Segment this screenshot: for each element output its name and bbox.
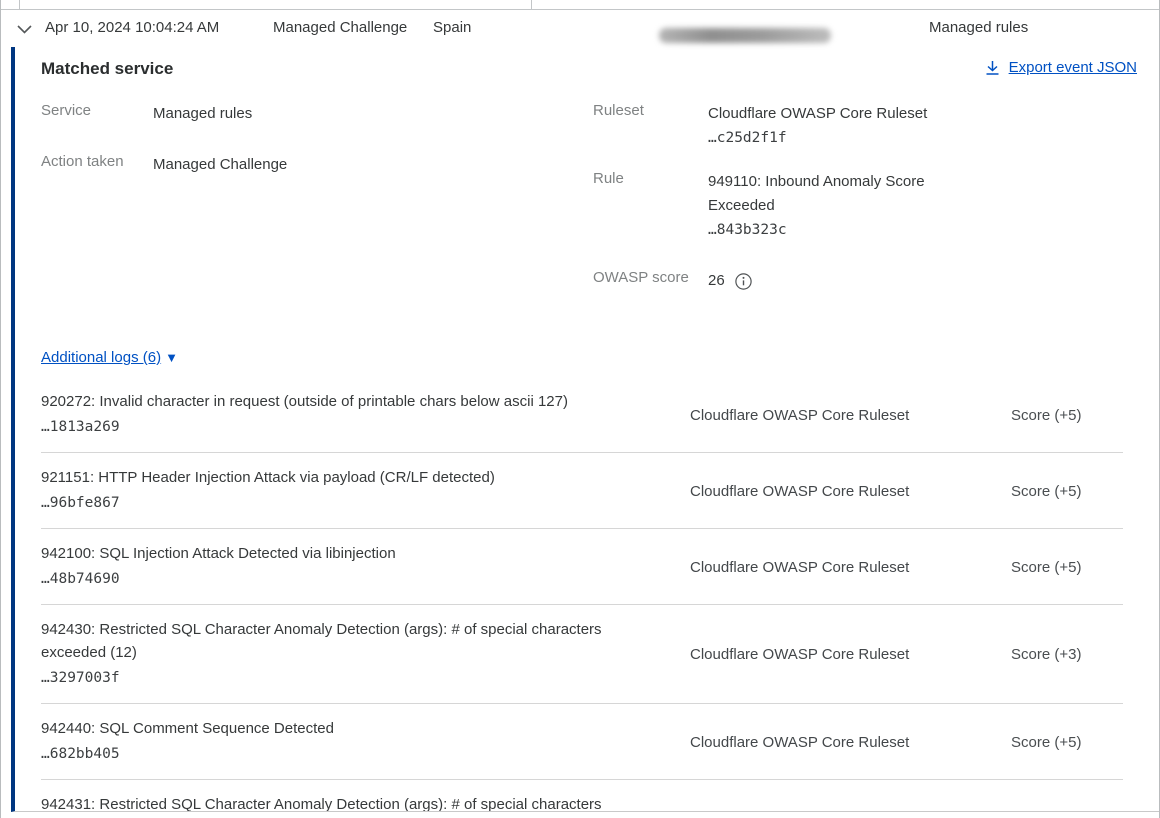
export-event-json-link[interactable]: Export event JSON [985,59,1137,76]
log-description: 942430: Restricted SQL Character Anomaly… [41,618,690,664]
owasp-score-field: OWASP score 26 [593,269,953,293]
log-ruleset: Cloudflare OWASP Core Ruleset [690,407,1011,424]
log-description: 942440: SQL Comment Sequence Detected [41,717,690,740]
event-country: Spain [433,19,471,36]
log-description: 942431: Restricted SQL Character Anomaly… [41,793,690,812]
field-value: 949110: Inbound Anomaly Score Exceeded …… [708,170,953,243]
redacted-field [659,28,831,43]
log-rule: 942100: SQL Injection Attack Detected vi… [41,542,690,592]
log-score: Score (+5) [1011,483,1123,500]
panel-header: Matched service Export event JSON [15,57,1159,79]
log-rule: 942431: Restricted SQL Character Anomaly… [41,793,690,812]
event-service: Managed rules [929,19,1028,36]
log-description: 920272: Invalid character in request (ou… [41,390,690,413]
caret-down-icon: ▼ [165,350,178,365]
chevron-down-icon[interactable] [13,19,35,39]
download-icon [985,60,1000,76]
event-action: Managed Challenge [273,19,407,36]
log-rule: 921151: HTTP Header Injection Attack via… [41,466,690,516]
log-row: 942440: SQL Comment Sequence Detected …6… [41,704,1123,780]
ruleset-field: Ruleset Cloudflare OWASP Core Ruleset …c… [593,102,953,151]
previous-row-edge [1,0,1159,10]
column-divider [531,0,532,10]
info-icon[interactable] [735,273,752,290]
log-score: Score (+5) [1011,734,1123,751]
rule-name: 949110: Inbound Anomaly Score Exceeded [708,173,925,214]
matched-service-panel: Matched service Export event JSON Servic… [11,47,1159,812]
details-section: Service Managed rules Action taken Manag… [15,102,1159,312]
action-taken-field: Action taken Managed Challenge [41,153,593,177]
details-right-column: Ruleset Cloudflare OWASP Core Ruleset …c… [593,102,953,312]
log-rule: 920272: Invalid character in request (ou… [41,390,690,440]
field-value: 26 [708,269,953,293]
log-row: 921151: HTTP Header Injection Attack via… [41,453,1123,529]
event-timestamp: Apr 10, 2024 10:04:24 AM [45,19,219,36]
service-field: Service Managed rules [41,102,593,126]
rule-field: Rule 949110: Inbound Anomaly Score Excee… [593,170,953,243]
log-hash: …3297003f [41,666,690,691]
event-summary-row[interactable]: Apr 10, 2024 10:04:24 AM Managed Challen… [1,10,1159,47]
log-row: 942430: Restricted SQL Character Anomaly… [41,605,1123,704]
log-rule: 942430: Restricted SQL Character Anomaly… [41,618,690,691]
log-row: 920272: Invalid character in request (ou… [41,377,1123,453]
owasp-score-value: 26 [708,269,725,293]
log-score: Score (+5) [1011,407,1123,424]
additional-logs-label: Additional logs (6) [41,349,161,366]
log-rule: 942440: SQL Comment Sequence Detected …6… [41,717,690,767]
log-ruleset: Cloudflare OWASP Core Ruleset [690,734,1011,751]
log-score: Score (+3) [1011,646,1123,663]
log-row: 942431: Restricted SQL Character Anomaly… [41,780,1123,812]
log-ruleset: Cloudflare OWASP Core Ruleset [690,559,1011,576]
details-left-column: Service Managed rules Action taken Manag… [41,102,593,312]
log-row: 942100: SQL Injection Attack Detected vi… [41,529,1123,605]
log-hash: …682bb405 [41,742,690,767]
log-description: 942100: SQL Injection Attack Detected vi… [41,542,690,565]
additional-logs-toggle[interactable]: Additional logs (6) ▼ [41,349,178,366]
field-label: Action taken [41,153,153,177]
log-hash: …1813a269 [41,415,690,440]
export-link-label: Export event JSON [1009,59,1137,76]
rule-hash: …843b323c [708,218,953,243]
field-label: Service [41,102,153,126]
log-ruleset: Cloudflare OWASP Core Ruleset [690,646,1011,663]
page-title: Matched service [41,59,173,79]
field-value: Managed rules [153,102,252,126]
ruleset-hash: …c25d2f1f [708,126,953,151]
log-description: 921151: HTTP Header Injection Attack via… [41,466,690,489]
field-label: Ruleset [593,102,708,151]
event-details-page: Apr 10, 2024 10:04:24 AM Managed Challen… [0,0,1160,818]
field-value: Cloudflare OWASP Core Ruleset …c25d2f1f [708,102,953,151]
field-value: Managed Challenge [153,153,287,177]
log-ruleset: Cloudflare OWASP Core Ruleset [690,483,1011,500]
column-divider [19,0,20,10]
field-label: OWASP score [593,269,708,293]
log-score: Score (+5) [1011,559,1123,576]
log-hash: …48b74690 [41,567,690,592]
ruleset-name: Cloudflare OWASP Core Ruleset [708,105,927,122]
log-hash: …96bfe867 [41,491,690,516]
additional-logs-list: 920272: Invalid character in request (ou… [15,377,1159,812]
field-label: Rule [593,170,708,243]
